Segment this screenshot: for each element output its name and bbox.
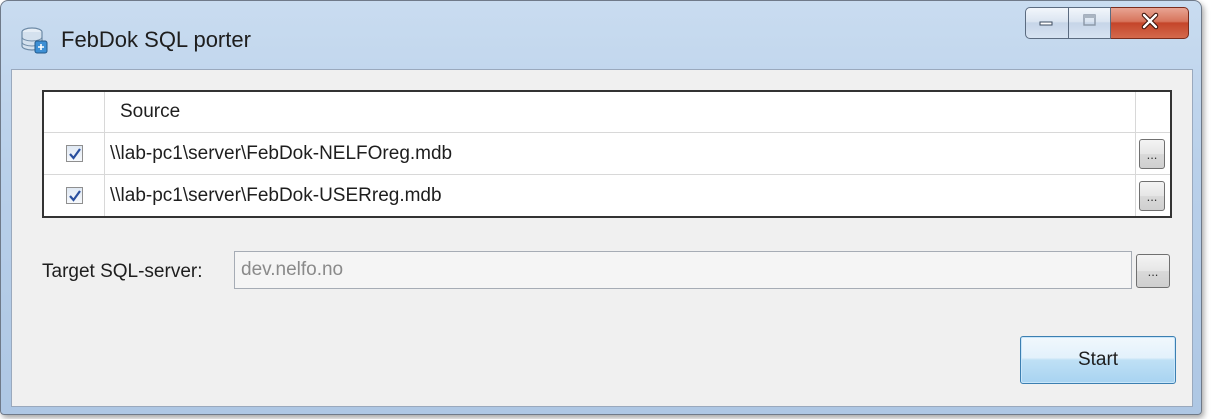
source-path[interactable]: \\lab-pc1\server\FebDok-USERreg.mdb — [110, 175, 442, 216]
client-area: Source \\lab-pc1\server\FebDok-NELFOreg.… — [11, 69, 1193, 407]
source-grid: Source \\lab-pc1\server\FebDok-NELFOreg.… — [42, 90, 1172, 218]
close-button[interactable] — [1111, 7, 1189, 39]
header-button-column — [1135, 92, 1170, 132]
browse-source-button[interactable]: ... — [1139, 139, 1165, 169]
maximize-button[interactable] — [1069, 7, 1111, 39]
table-row[interactable]: \\lab-pc1\server\FebDok-USERreg.mdb ... — [44, 175, 1170, 216]
close-icon — [1140, 12, 1160, 35]
checkbox-cell — [44, 175, 105, 216]
grid-header: Source — [44, 92, 1170, 133]
column-header-source[interactable]: Source — [120, 92, 180, 132]
database-icon — [19, 25, 49, 55]
browse-cell: ... — [1135, 175, 1170, 216]
checkbox-cell — [44, 133, 105, 174]
target-sql-server-label: Target SQL-server: — [42, 261, 203, 282]
caption-buttons — [1025, 7, 1189, 39]
row-checkbox[interactable] — [66, 145, 83, 162]
row-checkbox[interactable] — [66, 187, 83, 204]
source-path[interactable]: \\lab-pc1\server\FebDok-NELFOreg.mdb — [110, 133, 452, 174]
browse-target-button[interactable]: ... — [1136, 254, 1170, 288]
title-bar[interactable]: FebDok SQL porter — [1, 1, 1201, 71]
minimize-icon — [1039, 14, 1055, 32]
browse-cell: ... — [1135, 133, 1170, 174]
minimize-button[interactable] — [1025, 7, 1069, 39]
table-row[interactable]: \\lab-pc1\server\FebDok-NELFOreg.mdb ... — [44, 133, 1170, 175]
app-window: FebDok SQL porter Source \\lab-pc1\serve… — [0, 0, 1202, 415]
browse-source-button[interactable]: ... — [1139, 181, 1165, 211]
target-sql-server-input[interactable]: dev.nelfo.no — [234, 251, 1132, 289]
window-title: FebDok SQL porter — [61, 27, 251, 52]
header-checkbox-column — [44, 92, 105, 132]
start-button[interactable]: Start — [1020, 336, 1176, 384]
maximize-icon — [1082, 13, 1098, 33]
